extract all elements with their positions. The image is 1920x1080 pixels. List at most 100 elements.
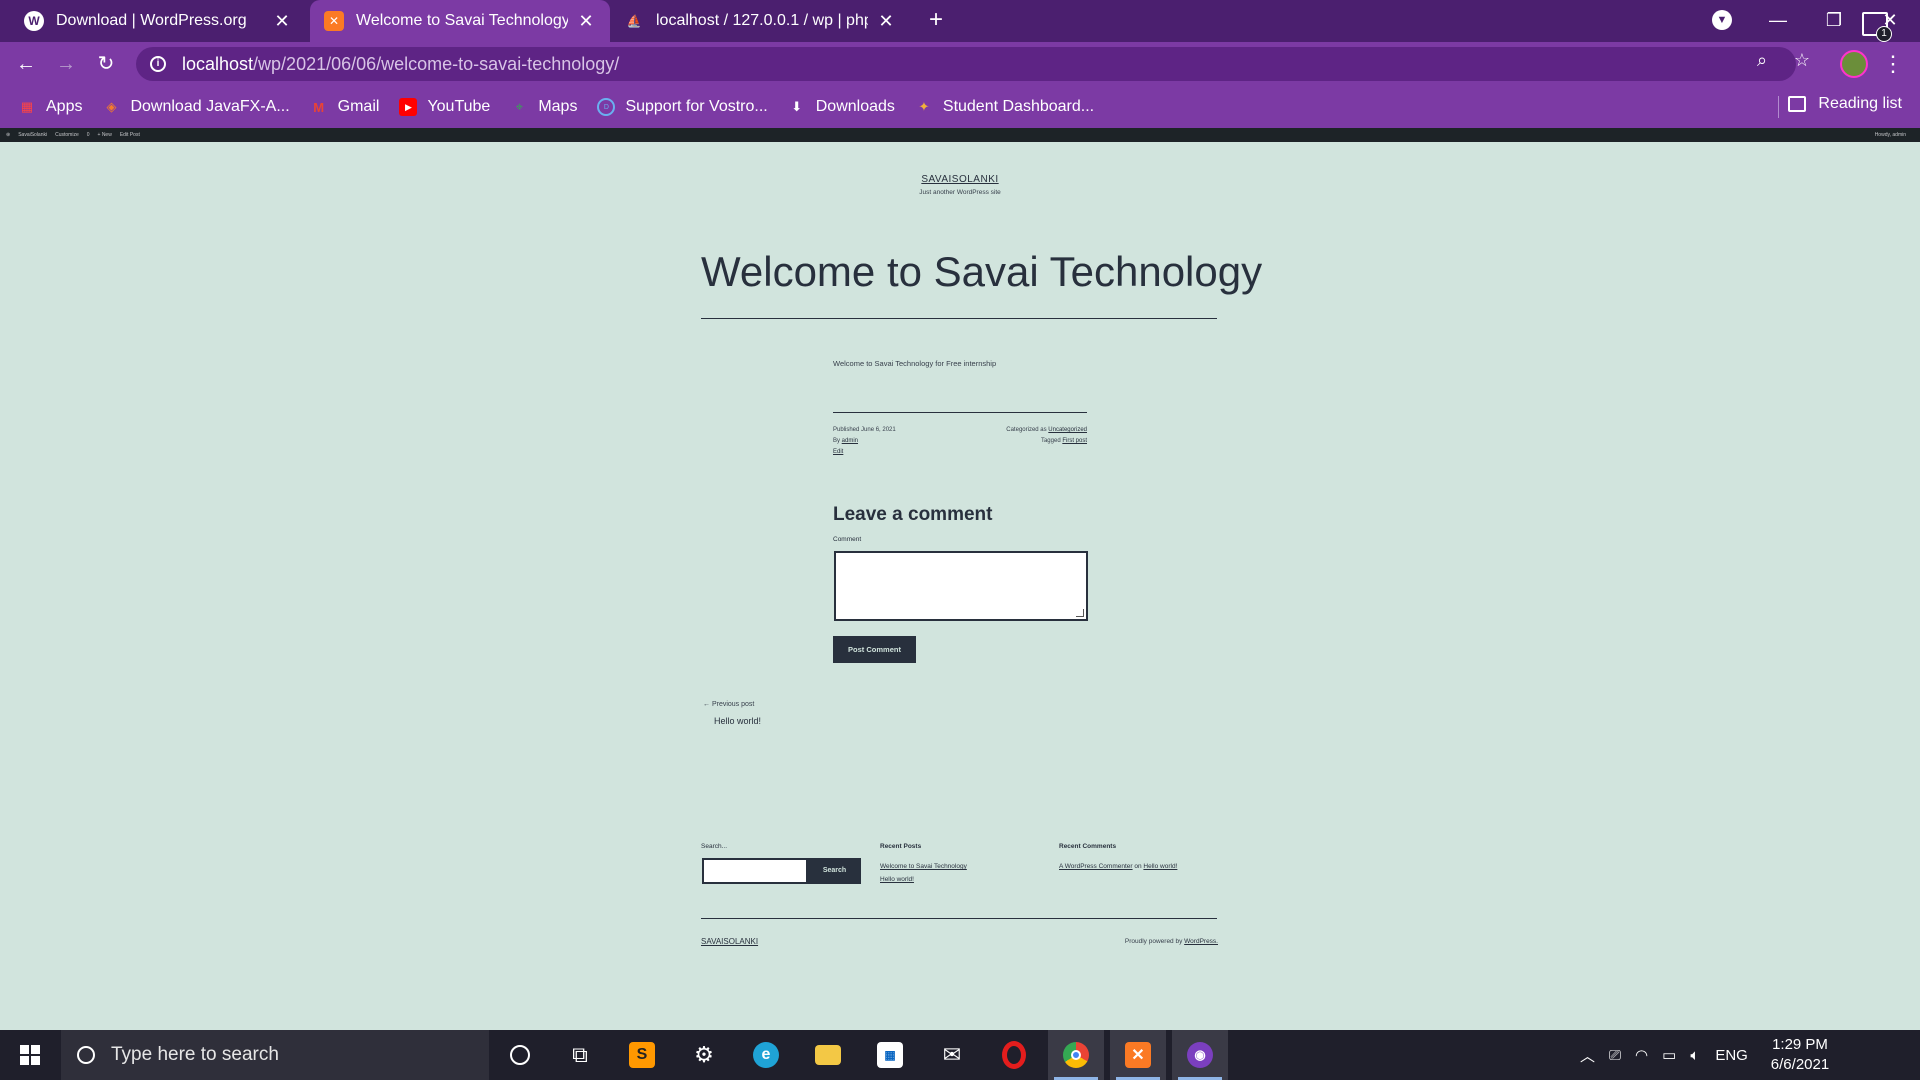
url-host: localhost <box>182 53 254 74</box>
restore-button[interactable]: ❐ <box>1806 0 1862 42</box>
apps-grid-icon: ▦ <box>20 99 34 114</box>
bookmark-label: Apps <box>46 98 83 115</box>
comment-author-link[interactable]: A WordPress Commenter <box>1059 863 1133 870</box>
dell-icon: D <box>597 98 616 116</box>
link-text[interactable]: Welcome to Savai Technology <box>880 863 967 870</box>
volume-icon[interactable]: 🔈︎ <box>1690 1047 1699 1064</box>
mail-icon[interactable]: ✉ <box>924 1030 980 1080</box>
tab-search-icon[interactable]: ▼ <box>1712 10 1732 30</box>
wordpress-icon: W <box>24 11 44 31</box>
tab-savai-technology[interactable]: ✕ Welcome to Savai Technology – S ✕ <box>310 0 610 42</box>
back-icon[interactable]: ← <box>12 50 40 78</box>
phpmyadmin-icon: ⛵ <box>626 14 642 28</box>
post-comment-button[interactable]: Post Comment <box>833 636 916 663</box>
wp-admin-bar: ⊛ SavaiSolanki Customize 0 + New Edit Po… <box>0 128 1920 142</box>
bookmark-javafx[interactable]: ◈ Download JavaFX-A... <box>102 98 289 116</box>
menu-icon[interactable]: ⋮ <box>1882 50 1904 78</box>
adminbar-customize[interactable]: Customize <box>55 132 79 138</box>
previous-post-link[interactable]: Hello world! <box>714 716 761 726</box>
wifi-icon[interactable]: ◠ <box>1635 1046 1648 1064</box>
language-indicator[interactable]: ENG <box>1715 1047 1748 1064</box>
previous-post-label[interactable]: ← Previous post <box>703 701 754 708</box>
wordpress-link[interactable]: WordPress. <box>1184 938 1218 945</box>
adminbar-comments[interactable]: 0 <box>87 132 90 138</box>
url-path: /wp/2021/06/06/welcome-to-savai-technolo… <box>253 53 620 74</box>
resize-grip-icon[interactable] <box>1076 609 1084 617</box>
author-link[interactable]: admin <box>842 438 858 444</box>
post-edit: Edit <box>833 449 843 455</box>
search-button[interactable]: Search <box>808 858 861 884</box>
page-content: SAVAISOLANKI Just another WordPress site… <box>0 142 1920 1030</box>
bookmark-student-dashboard[interactable]: ✦ Student Dashboard... <box>915 98 1094 116</box>
opera-icon[interactable] <box>986 1030 1042 1080</box>
chevron-up-icon[interactable]: ︿ <box>1580 1045 1595 1066</box>
download-icon: ⬇ <box>791 99 803 114</box>
bookmark-downloads[interactable]: ⬇ Downloads <box>788 98 895 116</box>
tab-wordpress-download[interactable]: W Download | WordPress.org ✕ <box>10 0 306 42</box>
wp-logo-icon[interactable]: ⊛ <box>6 132 10 138</box>
settings-icon[interactable]: ⚙ <box>676 1030 732 1080</box>
post-content: Welcome to Savai Technology for Free int… <box>833 359 997 368</box>
comment-post-link[interactable]: Hello world! <box>1143 863 1177 870</box>
comment-on-text: on <box>1132 863 1144 870</box>
minimize-button[interactable]: — <box>1750 0 1806 42</box>
notification-count: 1 <box>1876 26 1892 42</box>
category-link[interactable]: Uncategorized <box>1048 427 1087 433</box>
link-text[interactable]: Hello world! <box>880 876 914 883</box>
github-desktop-icon[interactable]: ◉ <box>1172 1030 1228 1080</box>
reading-list-button[interactable]: Reading list <box>1788 95 1902 113</box>
xampp-icon[interactable]: ✕ <box>1110 1030 1166 1080</box>
divider <box>701 918 1217 919</box>
reading-list-icon <box>1788 96 1807 112</box>
chrome-icon[interactable] <box>1048 1030 1104 1080</box>
sublime-text-icon[interactable]: S <box>614 1030 670 1080</box>
bookmark-star-icon[interactable]: ☆ <box>1791 49 1813 71</box>
taskbar-search[interactable]: Type here to search <box>61 1030 489 1080</box>
microsoft-store-icon[interactable]: ▦ <box>862 1030 918 1080</box>
footer-site-title[interactable]: SAVAISOLANKI <box>701 937 758 946</box>
file-explorer-icon[interactable] <box>800 1030 856 1080</box>
comment-textarea[interactable] <box>834 551 1088 621</box>
post-tags: Tagged First post <box>1041 438 1087 444</box>
bookmark-gmail[interactable]: M Gmail <box>310 98 379 116</box>
address-bar[interactable]: i localhost/wp/2021/06/06/welcome-to-sav… <box>136 47 1796 81</box>
bookmark-youtube[interactable]: ▶ YouTube <box>399 98 490 116</box>
site-title[interactable]: SAVAISOLANKI <box>0 174 1920 185</box>
site-description: Just another WordPress site <box>919 189 1001 196</box>
tag-link[interactable]: First post <box>1062 438 1087 444</box>
close-icon[interactable]: ✕ <box>576 11 596 32</box>
search-label: Search... <box>701 843 728 850</box>
clock[interactable]: 1:29 PM 6/6/2021 <box>1762 1035 1838 1075</box>
battery-icon[interactable]: ▭ <box>1662 1046 1676 1064</box>
cortana-icon[interactable] <box>492 1030 548 1080</box>
site-info-icon[interactable]: i <box>150 56 166 72</box>
close-icon[interactable]: ✕ <box>272 11 292 32</box>
adminbar-edit-post[interactable]: Edit Post <box>120 132 140 138</box>
start-button[interactable] <box>0 1030 60 1080</box>
divider <box>833 412 1087 413</box>
javafx-icon: ◈ <box>106 99 117 114</box>
recent-post-link[interactable]: Welcome to Savai Technology <box>880 863 967 870</box>
tab-phpmyadmin[interactable]: ⛵ localhost / 127.0.0.1 / wp | phpM ✕ <box>610 0 910 42</box>
adminbar-new[interactable]: + New <box>98 132 112 138</box>
post-category: Categorized as Uncategorized <box>1006 427 1087 433</box>
recent-post-link[interactable]: Hello world! <box>880 876 914 883</box>
windows-logo-icon <box>20 1045 40 1065</box>
profile-avatar[interactable] <box>1840 50 1868 78</box>
close-icon[interactable]: ✕ <box>876 11 896 32</box>
bookmark-maps[interactable]: ⌖ Maps <box>510 98 578 116</box>
search-input[interactable] <box>702 858 808 884</box>
meet-now-icon[interactable]: ⎚ <box>1609 1047 1621 1064</box>
adminbar-howdy[interactable]: Howdy, admin <box>1875 132 1906 138</box>
bookmark-apps[interactable]: ▦ Apps <box>18 98 83 116</box>
forward-icon[interactable]: → <box>52 50 80 78</box>
adminbar-site[interactable]: SavaiSolanki <box>18 132 47 138</box>
edit-link[interactable]: Edit <box>833 449 843 455</box>
task-view-icon[interactable]: ⧉ <box>552 1030 608 1080</box>
divider <box>701 318 1217 319</box>
new-tab-button[interactable]: + <box>922 6 950 34</box>
zoom-icon[interactable]: ⌕ <box>1751 49 1773 71</box>
bookmark-dell-support[interactable]: D Support for Vostro... <box>597 98 768 116</box>
edge-icon[interactable]: e <box>738 1030 794 1080</box>
reload-icon[interactable]: ↻ <box>92 50 120 78</box>
